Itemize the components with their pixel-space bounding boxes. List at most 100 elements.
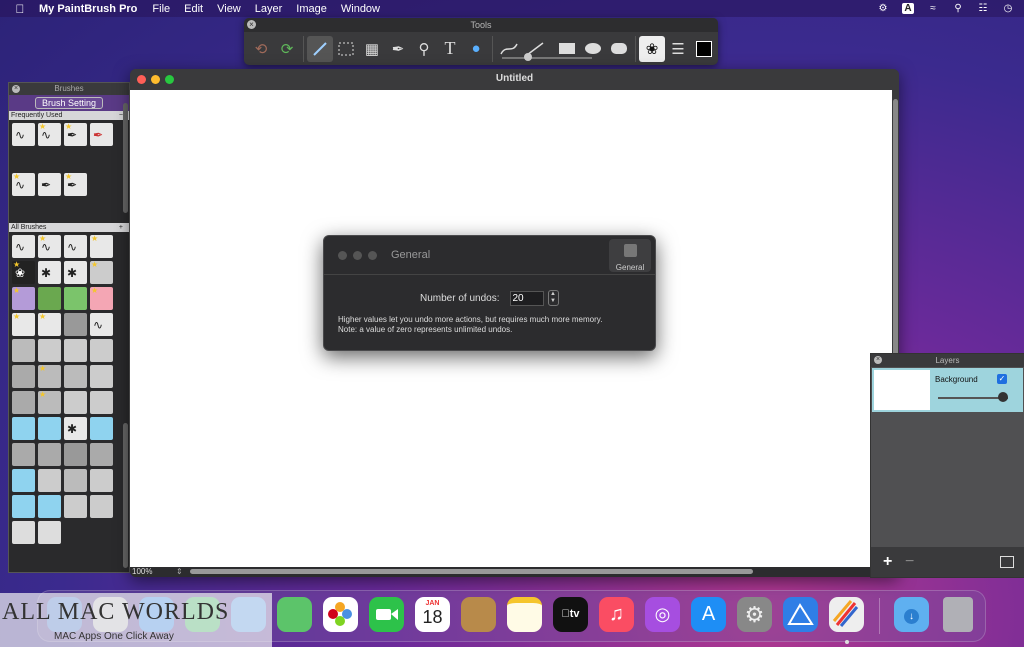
all-brushes-scrollbar[interactable] — [123, 423, 128, 568]
brush-swatch[interactable] — [12, 417, 35, 440]
brush-swatch[interactable] — [38, 469, 61, 492]
paintbrush-pro-icon[interactable] — [829, 597, 864, 632]
app-store-icon[interactable]: A — [691, 597, 726, 632]
maps-icon[interactable] — [277, 597, 312, 632]
layer-row[interactable]: Background ✓ — [872, 368, 1023, 412]
minimize-button[interactable] — [151, 75, 160, 84]
brush-swatch[interactable]: ★ ❀ — [12, 261, 35, 284]
brush-swatch[interactable] — [64, 469, 87, 492]
brush-swatch[interactable] — [64, 313, 87, 336]
undo-count-input[interactable]: 20 — [509, 290, 544, 306]
brush-swatch[interactable]: ★ — [38, 365, 61, 388]
brush-swatch[interactable] — [38, 417, 61, 440]
plus-icon[interactable]: + — [119, 224, 123, 231]
brush-swatch[interactable] — [90, 391, 113, 414]
brush-swatch[interactable] — [12, 365, 35, 388]
rounded-rect-tool-icon[interactable] — [606, 36, 632, 62]
brush-tool-icon[interactable] — [307, 35, 333, 62]
photos-icon[interactable] — [323, 597, 358, 632]
redo-icon[interactable]: ⟳ — [274, 36, 300, 62]
downloads-folder-icon[interactable]: ↓ — [894, 597, 929, 632]
brush-swatch[interactable]: ★ — [38, 391, 61, 414]
brush-swatch[interactable] — [38, 339, 61, 362]
brush-swatch[interactable] — [90, 417, 113, 440]
layers-icon[interactable]: ☰ — [665, 36, 691, 62]
brush-swatch[interactable] — [90, 443, 113, 466]
brush-swatch[interactable]: ★ ✒ — [64, 123, 87, 146]
brush-swatch[interactable]: ✒ — [90, 123, 113, 146]
app-menu[interactable]: My PaintBrush Pro — [39, 3, 137, 15]
brush-swatch[interactable] — [64, 495, 87, 518]
layer-opacity-knob[interactable] — [998, 392, 1008, 402]
trash-icon[interactable] — [943, 597, 973, 632]
minimize-button[interactable] — [353, 251, 362, 260]
brush-swatch[interactable] — [12, 339, 35, 362]
brush-swatch[interactable]: ✱ — [64, 261, 87, 284]
selection-tool-icon[interactable] — [333, 36, 359, 62]
brush-swatch[interactable] — [38, 443, 61, 466]
brush-swatch[interactable] — [12, 521, 35, 544]
brush-swatch[interactable]: ★ ∿ — [38, 123, 61, 146]
brush-swatch[interactable] — [90, 365, 113, 388]
menu-image[interactable]: Image — [296, 3, 327, 15]
gear-icon[interactable]: ⚙ — [877, 3, 889, 14]
close-button[interactable] — [137, 75, 146, 84]
menu-layer[interactable]: Layer — [255, 3, 283, 15]
layer-visibility-checkbox[interactable]: ✓ — [997, 374, 1007, 384]
brush-swatch[interactable]: ★ ∿ — [12, 173, 35, 196]
eyedropper-icon[interactable]: ✒ — [385, 36, 411, 62]
brush-preset-icon[interactable]: ❀ — [639, 35, 665, 62]
brush-swatch[interactable]: ∿ — [64, 235, 87, 258]
facetime-icon[interactable] — [369, 597, 404, 632]
brush-swatch[interactable]: ★ ✒ — [64, 173, 87, 196]
brush-swatch[interactable] — [38, 495, 61, 518]
brush-swatch[interactable]: ★ — [90, 235, 113, 258]
general-tab[interactable]: General — [609, 239, 651, 272]
water-drop-icon[interactable]: ● — [463, 36, 489, 62]
contacts-icon[interactable] — [461, 597, 496, 632]
close-icon[interactable]: × — [12, 85, 20, 93]
close-icon[interactable]: × — [874, 356, 882, 364]
search-icon[interactable]: ⚲ — [952, 3, 964, 14]
text-tool-icon[interactable]: T — [437, 36, 463, 62]
brush-swatch[interactable] — [64, 365, 87, 388]
foreground-color[interactable] — [696, 40, 712, 57]
brush-swatch[interactable] — [12, 391, 35, 414]
all-brushes-header[interactable]: All Brushes + — [9, 223, 129, 232]
wifi-icon[interactable]: ≈ — [927, 3, 939, 14]
brush-swatch[interactable]: ✱ — [38, 261, 61, 284]
system-preferences-icon[interactable]: ⚙ — [737, 597, 772, 632]
close-button[interactable] — [338, 251, 347, 260]
menu-file[interactable]: File — [152, 3, 170, 15]
brush-swatch[interactable] — [64, 443, 87, 466]
brush-swatch[interactable]: ∿ — [90, 313, 113, 336]
brush-swatch[interactable] — [38, 287, 61, 310]
undo-icon[interactable]: ⟲ — [248, 36, 274, 62]
notes-icon[interactable] — [507, 597, 542, 632]
menu-window[interactable]: Window — [341, 3, 380, 15]
brush-swatch[interactable]: ∿ — [12, 123, 35, 146]
brush-swatch[interactable]: ★ — [12, 313, 35, 336]
brush-swatch[interactable]: ★ — [90, 287, 113, 310]
frequently-used-scrollbar[interactable] — [123, 103, 128, 213]
brush-swatch[interactable]: ★ ∿ — [38, 235, 61, 258]
brush-swatch[interactable] — [64, 391, 87, 414]
stroke-slider[interactable] — [502, 57, 592, 59]
brush-swatch[interactable] — [90, 495, 113, 518]
brush-swatch[interactable]: ★ — [38, 313, 61, 336]
input-source-icon[interactable]: A — [902, 3, 914, 14]
apple-icon[interactable]:  — [13, 2, 27, 16]
frequently-used-header[interactable]: Frequently Used − — [9, 111, 129, 120]
brush-swatch[interactable] — [90, 339, 113, 362]
altair-icon[interactable] — [783, 597, 818, 632]
brush-swatch[interactable] — [90, 469, 113, 492]
music-icon[interactable]: ♫ — [599, 597, 634, 632]
fill-tool-icon[interactable]: ▦ — [359, 36, 385, 62]
brush-swatch[interactable] — [12, 469, 35, 492]
menu-edit[interactable]: Edit — [184, 3, 203, 15]
brush-swatch[interactable]: ★ — [90, 261, 113, 284]
color-swatch[interactable] — [691, 36, 717, 62]
zoom-level[interactable]: 100% — [132, 567, 152, 577]
brush-swatch[interactable]: ∿ — [12, 235, 35, 258]
brush-swatch[interactable] — [38, 521, 61, 544]
